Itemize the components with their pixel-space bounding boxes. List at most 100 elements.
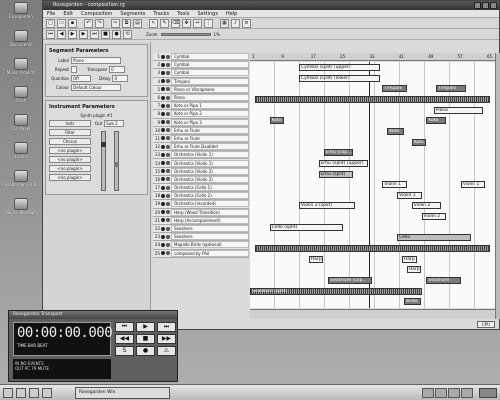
- mute-led-icon[interactable]: [161, 87, 165, 92]
- track-label[interactable]: Erhu or Flute: [171, 126, 249, 134]
- vertical-scrollbar[interactable]: [495, 53, 500, 319]
- out-select[interactable]: Sub 2: [104, 120, 125, 127]
- track-label[interactable]: Seashore: [171, 233, 249, 241]
- desktop-icon[interactable]: Rosegarden: [2, 2, 40, 27]
- mute-led-icon[interactable]: [161, 226, 165, 231]
- mute-led-icon[interactable]: [161, 234, 165, 239]
- rewind-icon[interactable]: ◀◀: [115, 334, 134, 344]
- loop-icon[interactable]: ⟲: [123, 29, 132, 39]
- track-label[interactable]: Cymbal: [171, 69, 249, 77]
- track-row[interactable]: 23 Seashore: [153, 233, 249, 242]
- track-label[interactable]: Orchestra (Violin 1): [171, 151, 249, 159]
- track-label[interactable]: Erhu or Flute: [171, 134, 249, 142]
- desktop-pager[interactable]: [422, 387, 473, 398]
- track-label[interactable]: Koto or Pipa 2: [171, 110, 249, 118]
- mute-led-icon[interactable]: [161, 144, 165, 149]
- record-led-icon[interactable]: [166, 210, 170, 215]
- track-row[interactable]: 21 Harp (Accompaniment): [153, 216, 249, 225]
- track-label[interactable]: Piano or Vibraphone: [171, 85, 249, 93]
- menu-help[interactable]: Help: [226, 10, 237, 17]
- record-led-icon[interactable]: [166, 128, 170, 133]
- record-led-icon[interactable]: [166, 218, 170, 223]
- matrix-editor-icon[interactable]: ▦: [220, 18, 229, 28]
- menu-settings[interactable]: Settings: [197, 10, 218, 17]
- segment[interactable]: Koto: [411, 138, 427, 146]
- record-led-icon[interactable]: [166, 54, 170, 59]
- mute-led-icon[interactable]: [161, 54, 165, 59]
- mute-led-icon[interactable]: [161, 169, 165, 174]
- mute-led-icon[interactable]: [161, 251, 165, 256]
- segment[interactable]: Harp: [406, 266, 422, 274]
- start-menu-icon[interactable]: [3, 387, 13, 398]
- transpose-field[interactable]: 0: [109, 66, 126, 73]
- segment[interactable]: Erhu (split) (upper): [318, 159, 368, 167]
- record-led-icon[interactable]: [166, 226, 170, 231]
- mute-led-icon[interactable]: [161, 120, 165, 125]
- segment[interactable]: Violin 1: [460, 181, 486, 189]
- menu-tools[interactable]: Tools: [177, 10, 189, 17]
- split-tool-icon[interactable]: ⋮: [204, 18, 213, 28]
- track-row[interactable]: 1 Cymbal: [153, 53, 249, 62]
- label-field[interactable]: Piano: [71, 57, 121, 64]
- menu-edit[interactable]: Edit: [63, 10, 73, 17]
- draw-tool-icon[interactable]: ✎: [160, 18, 169, 28]
- record-led-icon[interactable]: [166, 201, 170, 206]
- mute-led-icon[interactable]: [161, 242, 165, 247]
- segment[interactable]: [254, 245, 491, 253]
- horizontal-scrollbar[interactable]: [250, 309, 495, 319]
- track-row[interactable]: 18 Orchestra (Cello 2): [153, 192, 249, 201]
- record-icon[interactable]: ●: [112, 29, 121, 39]
- record-led-icon[interactable]: [166, 152, 170, 157]
- segment[interactable]: Seashore (split): [250, 287, 422, 295]
- segment[interactable]: Timpani: [382, 85, 407, 93]
- record-led-icon[interactable]: [166, 120, 170, 125]
- plugin-slot-button[interactable]: <no plugin>: [49, 156, 91, 163]
- record-icon[interactable]: ●: [136, 346, 155, 356]
- desktop-4[interactable]: [461, 387, 473, 398]
- menu-composition[interactable]: Composition: [81, 10, 112, 17]
- track-row[interactable]: 19 Orchestra (recorded): [153, 200, 249, 209]
- track-row[interactable]: 2 Cymbal: [153, 61, 249, 70]
- record-led-icon[interactable]: [166, 87, 170, 92]
- segment[interactable]: Koto: [426, 117, 446, 125]
- quantize-select[interactable]: Off: [71, 75, 91, 82]
- track-label[interactable]: Mapalbi Birds (optional): [171, 241, 249, 249]
- segment[interactable]: Timpani: [436, 85, 466, 93]
- solo-icon[interactable]: S: [115, 346, 134, 356]
- save-file-icon[interactable]: ▪: [68, 18, 77, 28]
- mute-led-icon[interactable]: [161, 193, 165, 198]
- track-row[interactable]: 16 Orchestra (Violin 2): [153, 175, 249, 184]
- filter-button[interactable]: Filter: [49, 129, 91, 136]
- track-row[interactable]: 13 Orchestra (Violin 1): [153, 151, 249, 160]
- desktop-icon[interactable]: Device Manager: [2, 198, 40, 223]
- redo-icon[interactable]: ↷: [95, 18, 104, 28]
- segment[interactable]: Seashore (cop...: [328, 276, 373, 284]
- segment[interactable]: Cymbal (split) (lower): [299, 74, 380, 82]
- record-led-icon[interactable]: [166, 161, 170, 166]
- track-label[interactable]: Erhu or Flute Doubled: [171, 143, 249, 151]
- track-row[interactable]: 6 Piano: [153, 93, 249, 103]
- track-label[interactable]: Koto or Pipa 3: [171, 118, 249, 126]
- desktop-3[interactable]: [448, 387, 460, 398]
- record-led-icon[interactable]: [166, 62, 170, 67]
- time-display[interactable]: 00:00:00.000 TIME BAR BEAT: [13, 322, 113, 356]
- track-row[interactable]: 3 Cymbal: [153, 69, 249, 78]
- chorus-button[interactable]: Chorus: [49, 138, 91, 145]
- track-label[interactable]: Orchestra (Violin 2): [171, 167, 249, 175]
- track-row[interactable]: 22 Seashore: [153, 224, 249, 234]
- desktop-1[interactable]: [422, 387, 434, 398]
- desktop-icon[interactable]: Home: [2, 142, 40, 167]
- track-row[interactable]: 12 Erhu or Flute Doubled: [153, 143, 249, 152]
- segment[interactable]: Cello: [397, 234, 471, 242]
- track-label[interactable]: Orchestra (Violin 1): [171, 159, 249, 167]
- ffwd-icon[interactable]: ▶: [79, 29, 88, 39]
- track-row[interactable]: 24 Mapalbi Birds (optional): [153, 241, 249, 250]
- menu-tracks[interactable]: Tracks: [153, 10, 169, 17]
- record-led-icon[interactable]: [166, 177, 170, 182]
- plugin-slot-button[interactable]: <no plugin>: [49, 165, 91, 172]
- track-row[interactable]: 20 Harp (Wood Transition): [153, 208, 249, 217]
- record-led-icon[interactable]: [166, 234, 170, 239]
- repeat-checkbox[interactable]: [71, 66, 77, 73]
- mute-led-icon[interactable]: [161, 136, 165, 141]
- segment[interactable]: Erhu (split): [318, 170, 353, 178]
